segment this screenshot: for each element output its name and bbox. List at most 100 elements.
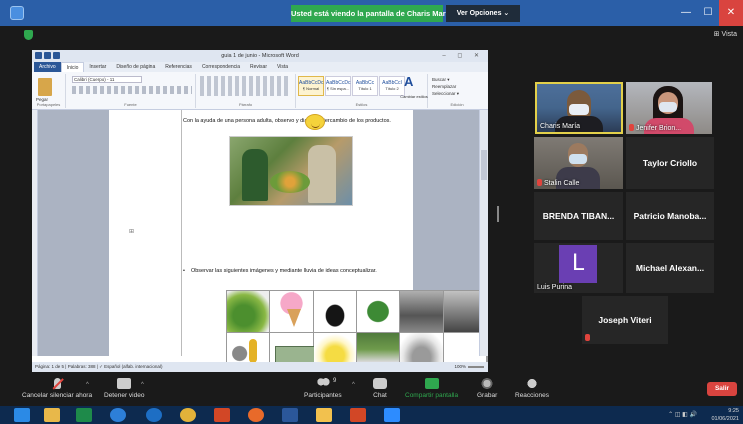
browser-icon[interactable] xyxy=(146,408,162,422)
person-left xyxy=(242,149,268,201)
tab-inicio: Inicio xyxy=(60,61,85,73)
reactions-icon xyxy=(524,378,539,389)
style-name: ¶ Normal xyxy=(302,86,320,91)
style-name: ¶ Sin espa... xyxy=(326,86,350,91)
share-banner: Usted está viendo la pantalla de Charis … xyxy=(291,5,452,22)
participants-caret-icon[interactable]: ^ xyxy=(352,382,355,388)
participant-name: Stalin Calle xyxy=(544,180,580,187)
reactions-button[interactable]: Reacciones xyxy=(515,378,549,399)
participants-count: 9 xyxy=(333,378,337,384)
word-taskbar-icon[interactable] xyxy=(282,408,298,422)
shared-screen: guia 1 de junio - Microsoft Word – ◻ ✕ A… xyxy=(32,50,488,372)
mic-off-icon xyxy=(53,378,61,389)
meeting-toolbar: Cancelar silenciar ahora ^ Detener video… xyxy=(0,376,743,406)
maximize-button[interactable]: ☐ xyxy=(697,0,719,26)
participant-name: Jenifer Brion... xyxy=(636,125,682,132)
style-titulo-2: AaBbCcI Título 2 xyxy=(379,76,405,96)
clock-time: 9:25 xyxy=(728,408,739,414)
participants-icon xyxy=(315,378,330,389)
status-text: Página: 1 de 5 | Palabras: 388 | ✓ Españ… xyxy=(35,364,163,369)
font-tools xyxy=(72,86,192,94)
grid-image-beans xyxy=(227,291,271,333)
participant-tile[interactable]: Stalin Calle xyxy=(534,137,623,189)
edge-icon[interactable] xyxy=(110,408,126,422)
participant-tile[interactable]: Taylor Criollo xyxy=(626,137,714,189)
image-grid xyxy=(226,290,488,372)
encryption-shield-icon[interactable] xyxy=(24,30,33,40)
document-area: Con la ayuda de una persona adulta, obse… xyxy=(32,110,488,372)
participant-tile[interactable]: L Luis Purina xyxy=(534,243,623,293)
participant-tile[interactable]: Patricio Manoba... xyxy=(626,192,714,240)
grid-image-icecream xyxy=(270,291,314,333)
vertical-ruler xyxy=(32,110,38,356)
firefox-icon[interactable] xyxy=(248,408,264,422)
scrollbar-thumb xyxy=(481,150,487,180)
clock[interactable]: 9:25 01/06/2021 xyxy=(711,407,739,423)
record-button[interactable]: Grabar xyxy=(477,378,497,399)
chat-button[interactable]: Chat xyxy=(373,378,387,399)
muted-mic-icon xyxy=(537,179,542,186)
system-tray-icons[interactable]: ⌃ ◫ ◧ 🔊 xyxy=(668,411,697,418)
font-label: Fuente xyxy=(124,102,137,107)
clipboard-group: Pegar Portapapeles xyxy=(32,74,66,108)
folder-icon[interactable] xyxy=(316,408,332,422)
file-explorer-icon[interactable] xyxy=(44,408,60,422)
start-icon[interactable] xyxy=(14,408,30,422)
tab-revisar: Revisar xyxy=(250,64,267,70)
undo-icon xyxy=(53,52,60,59)
paragraph-tools xyxy=(200,76,290,96)
grid-image-leaf xyxy=(356,291,401,333)
close-button[interactable]: ✕ xyxy=(719,0,743,26)
participant-avatar: L xyxy=(559,245,597,283)
record-label: Grabar xyxy=(477,392,498,399)
participant-tile[interactable]: Michael Alexan... xyxy=(626,243,714,293)
participant-tile[interactable]: Charis María xyxy=(535,82,623,134)
change-styles-icon: A xyxy=(404,74,414,89)
share-screen-label: Compartir pantalla xyxy=(405,392,459,399)
tab-vista: Vista xyxy=(276,64,289,70)
leave-button[interactable]: Salir xyxy=(707,382,737,396)
quick-access-toolbar xyxy=(35,52,75,60)
tab-referencias: Referencias xyxy=(165,64,192,70)
participant-tile[interactable]: BRENDA TIBAN... xyxy=(534,192,623,240)
participant-name: BRENDA TIBAN... xyxy=(542,211,615,221)
participant-name: Joseph Viteri xyxy=(598,315,652,325)
muted-mic-icon xyxy=(629,124,634,131)
muted-mic-icon xyxy=(585,334,590,341)
face-mask xyxy=(569,104,589,115)
powerpoint-icon[interactable] xyxy=(214,408,230,422)
chat-icon xyxy=(373,378,387,389)
word-scrollbar xyxy=(479,110,488,356)
minimize-button[interactable]: — xyxy=(675,0,697,26)
panel-resize-handle[interactable] xyxy=(497,206,499,222)
unmute-button[interactable]: Cancelar silenciar ahora xyxy=(22,378,92,399)
unmute-label: Cancelar silenciar ahora xyxy=(22,392,93,399)
view-toggle-button[interactable]: ⊞ Vista xyxy=(714,30,737,38)
view-options-button[interactable]: Ver Opciones ⌄ xyxy=(446,5,520,22)
style-normal: AaBbCcDc ¶ Normal xyxy=(298,76,324,96)
zoom-taskbar-icon[interactable] xyxy=(384,408,400,422)
media-player-icon[interactable] xyxy=(350,408,366,422)
market-photo xyxy=(229,136,353,206)
windows-taskbar: ⌃ ◫ ◧ 🔊 9:25 01/06/2021 xyxy=(0,406,743,424)
word-window-controls: – ◻ ✕ xyxy=(442,53,484,59)
table-border xyxy=(181,110,182,356)
chrome-icon[interactable] xyxy=(180,408,196,422)
share-screen-button[interactable]: Compartir pantalla xyxy=(405,378,458,399)
face-mask xyxy=(659,102,677,112)
zoom-level: 100% xyxy=(454,364,466,369)
style-name: Título 2 xyxy=(385,86,399,91)
stop-video-button[interactable]: Detener video xyxy=(104,378,144,399)
participant-name: Charis María xyxy=(540,123,581,130)
audio-options-caret-icon[interactable]: ^ xyxy=(86,382,89,388)
video-options-caret-icon[interactable]: ^ xyxy=(141,382,144,388)
participant-tile[interactable]: Jenifer Brion... xyxy=(626,82,712,134)
clock-date: 01/06/2021 xyxy=(711,416,739,422)
word-title: guia 1 de junio - Microsoft Word xyxy=(221,53,299,59)
clipboard-label: Portapapeles xyxy=(36,102,61,107)
window-controls: — ☐ ✕ xyxy=(675,0,743,26)
tab-insertar: Insertar xyxy=(89,64,107,70)
store-icon[interactable] xyxy=(76,408,92,422)
face-mask xyxy=(569,154,587,164)
participant-tile[interactable]: Joseph Viteri xyxy=(582,296,668,344)
